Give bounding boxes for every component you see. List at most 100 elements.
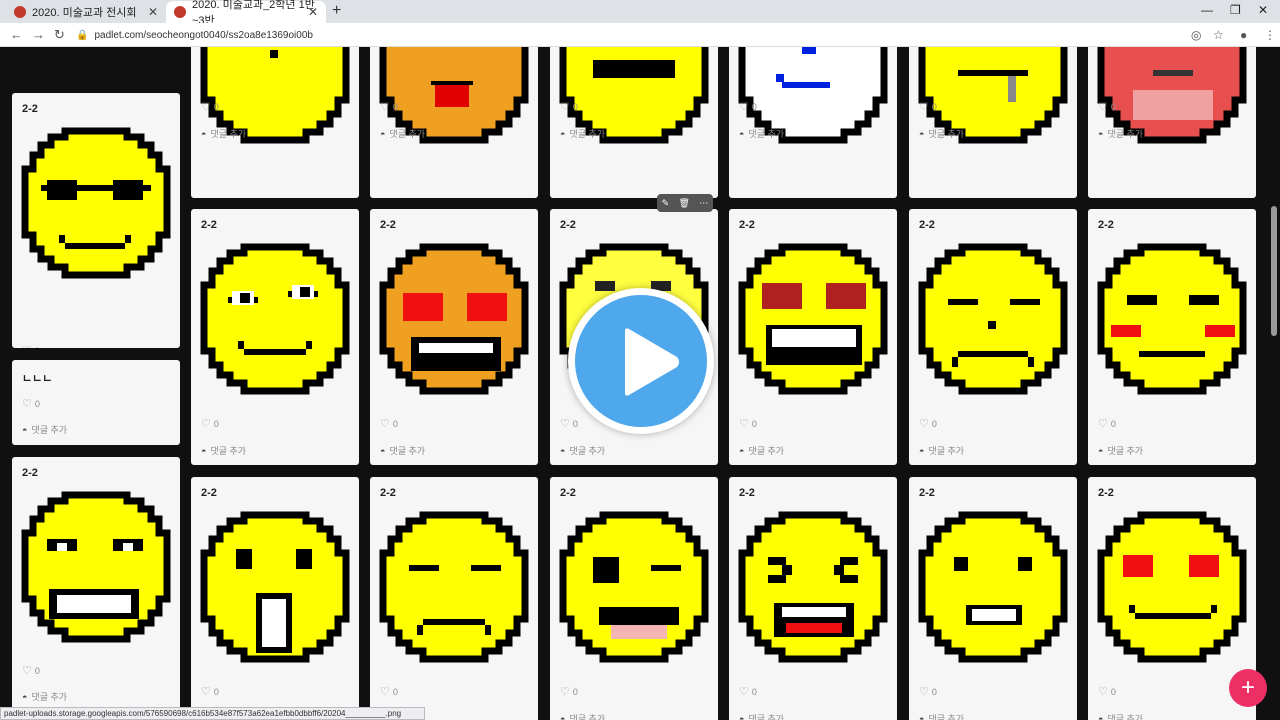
pixel-emoji-image xyxy=(200,511,350,663)
like-button[interactable]: ♡0 xyxy=(919,417,937,430)
heart-icon: ♡ xyxy=(560,418,570,430)
add-comment[interactable]: ◓댓글 추가 xyxy=(919,127,964,140)
add-comment[interactable]: ◓댓글 추가 xyxy=(1098,712,1143,720)
add-comment[interactable]: ◓댓글 추가 xyxy=(22,423,67,436)
post-card[interactable]: ♡ 0 ◓ 댓글 추가 xyxy=(1088,47,1256,198)
like-button[interactable]: ♡0 xyxy=(22,344,40,348)
post-title: 2-2 xyxy=(22,103,38,115)
post-card[interactable]: 2-2♡0◓댓글 추가 xyxy=(370,477,538,720)
like-button[interactable]: ♡0 xyxy=(22,664,40,677)
post-card[interactable]: 2-2♡0◓댓글 추가 xyxy=(12,93,180,348)
like-button[interactable]: ♡0 xyxy=(201,417,219,430)
avatar-icon: ◓ xyxy=(201,445,207,456)
profile-icon[interactable]: ● xyxy=(1240,28,1247,42)
add-comment[interactable]: ◓댓글 추가 xyxy=(739,444,784,457)
location-icon[interactable]: ◎ xyxy=(1191,28,1201,42)
add-comment[interactable]: ◓댓글 추가 xyxy=(22,690,67,703)
post-card[interactable]: 2-2♡0◓댓글 추가 xyxy=(729,477,897,720)
post-card[interactable]: 2-2♡0◓댓글 추가 xyxy=(1088,209,1256,465)
like-button[interactable]: ♡0 xyxy=(919,100,937,113)
add-comment[interactable]: ◓댓글 추가 xyxy=(380,127,425,140)
add-comment[interactable]: ◓댓글 추가 xyxy=(739,712,784,720)
like-button[interactable]: ♡0 xyxy=(380,100,398,113)
close-window-icon[interactable]: ✕ xyxy=(1258,3,1268,17)
comment-label: 댓글 추가 xyxy=(748,714,785,720)
like-button[interactable]: ♡0 xyxy=(1098,100,1116,113)
post-card[interactable]: 2-2♡0◓댓글 추가 xyxy=(909,477,1077,720)
close-icon[interactable]: ✕ xyxy=(308,5,318,19)
add-comment[interactable]: ◓댓글 추가 xyxy=(919,444,964,457)
like-button[interactable]: ♡0 xyxy=(560,100,578,113)
like-button[interactable]: ♡0 xyxy=(560,417,578,430)
add-comment[interactable]: ◓댓글 추가 xyxy=(1098,127,1143,140)
add-post-button[interactable]: + xyxy=(1229,669,1267,707)
post-card[interactable]: ♡ 0 ◓ 댓글 추가 xyxy=(370,47,538,198)
add-comment[interactable]: ◓댓글 추가 xyxy=(560,712,605,720)
heart-icon: ♡ xyxy=(1098,418,1108,430)
add-comment[interactable]: ◓댓글 추가 xyxy=(201,444,246,457)
new-tab-button[interactable]: + xyxy=(332,2,341,20)
post-card[interactable]: ♡ 0 ◓ 댓글 추가 xyxy=(729,47,897,198)
like-count: 0 xyxy=(931,418,937,429)
comment-label: 댓글 추가 xyxy=(569,714,606,720)
add-comment[interactable]: ◓댓글 추가 xyxy=(739,127,784,140)
add-comment[interactable]: ◓댓글 추가 xyxy=(919,712,964,720)
add-comment[interactable]: ◓댓글 추가 xyxy=(1098,444,1143,457)
like-button[interactable]: ♡0 xyxy=(22,397,40,410)
post-card[interactable]: ♡ 0 ◓ 댓글 추가 xyxy=(909,47,1077,198)
avatar-icon: ◓ xyxy=(1098,713,1104,720)
bookmark-star-icon[interactable]: ☆ xyxy=(1213,28,1224,42)
like-button[interactable]: ♡0 xyxy=(1098,417,1116,430)
like-count: 0 xyxy=(751,418,757,429)
post-card[interactable]: 2-2♡0◓댓글 추가 xyxy=(729,209,897,465)
menu-icon[interactable]: ⋮ xyxy=(1264,28,1276,42)
like-button[interactable]: ♡0 xyxy=(739,100,757,113)
url-field[interactable]: 🔒 padlet.com/seocheongot0040/ss2oa8e1369… xyxy=(76,25,1256,45)
pixel-emoji-image xyxy=(379,511,529,663)
tab-grade2[interactable]: 2020. 미술교과_2학년 1반~3반 ✕ xyxy=(166,0,326,27)
scrollbar[interactable] xyxy=(1271,206,1277,336)
video-play-button[interactable] xyxy=(568,288,714,434)
post-card[interactable]: 2-2♡0◓댓글 추가 xyxy=(909,209,1077,465)
add-comment[interactable]: ◓댓글 추가 xyxy=(201,127,246,140)
heart-icon: ♡ xyxy=(380,101,390,113)
like-button[interactable]: ♡0 xyxy=(1098,685,1116,698)
tab-exhibition[interactable]: 2020. 미술교과 전시회 ✕ xyxy=(6,1,166,23)
restore-icon[interactable]: ❐ xyxy=(1230,3,1241,17)
like-count: 0 xyxy=(392,101,398,112)
add-comment[interactable]: ◓댓글 추가 xyxy=(560,127,605,140)
trash-icon[interactable]: 🗑 xyxy=(679,198,690,209)
like-button[interactable]: ♡0 xyxy=(919,685,937,698)
like-button[interactable]: ♡0 xyxy=(739,417,757,430)
post-card[interactable]: 2-2 ♡0 ◓댓글 추가 xyxy=(191,209,359,465)
post-card[interactable]: 2-2♡0◓댓글 추가 xyxy=(550,477,718,720)
add-comment[interactable]: ◓댓글 추가 xyxy=(560,444,605,457)
pencil-icon[interactable]: ✎ xyxy=(662,198,670,209)
like-button[interactable]: ♡0 xyxy=(739,685,757,698)
like-button[interactable]: ♡0 xyxy=(201,100,219,113)
add-comment[interactable]: ◓댓글 추가 xyxy=(380,444,425,457)
like-button[interactable]: ♡0 xyxy=(560,685,578,698)
reload-icon[interactable]: ↻ xyxy=(54,27,65,43)
post-card[interactable]: 2-2♡0◓댓글 추가 xyxy=(370,209,538,465)
more-icon[interactable]: ⋯ xyxy=(699,198,708,209)
post-title: 2-2 xyxy=(22,467,38,479)
like-button[interactable]: ♡0 xyxy=(201,685,219,698)
post-title: 2-2 xyxy=(201,219,217,231)
comment-label: 댓글 추가 xyxy=(389,129,426,139)
like-button[interactable]: ♡0 xyxy=(380,685,398,698)
pixel-emoji-image xyxy=(1097,243,1247,395)
avatar-icon: ◓ xyxy=(739,445,745,456)
like-button[interactable]: ♡0 xyxy=(380,417,398,430)
post-card[interactable]: ♡ 0 ◓ 댓글 추가 xyxy=(191,47,359,198)
post-card[interactable]: ♡ 0 ◓ 댓글 추가 xyxy=(550,47,718,198)
like-count: 0 xyxy=(931,101,937,112)
avatar-icon: ◓ xyxy=(380,445,386,456)
forward-icon[interactable]: → xyxy=(32,27,45,42)
post-card[interactable]: 2-2♡0◓댓글 추가 xyxy=(191,477,359,720)
close-icon[interactable]: ✕ xyxy=(148,5,158,19)
post-card[interactable]: 2-2 ♡0 ◓댓글 추가 xyxy=(12,457,180,720)
post-card[interactable]: ㄴㄴㄴ ♡ 0 ◓ 댓글 추가 xyxy=(12,360,180,445)
minimize-icon[interactable]: — xyxy=(1201,3,1213,17)
back-icon[interactable]: ← xyxy=(10,27,23,42)
